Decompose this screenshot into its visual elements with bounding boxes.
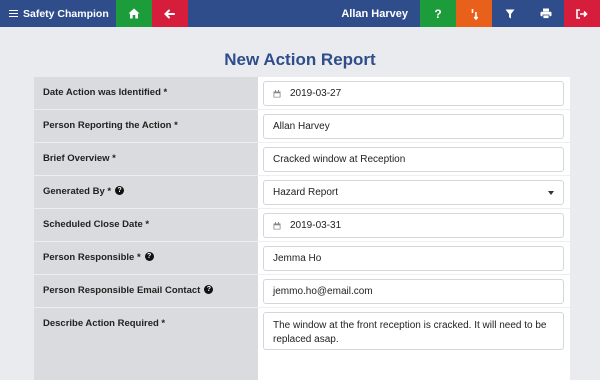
help-icon[interactable]: ?: [144, 252, 154, 261]
form-row-brief-overview: Brief Overview * Cracked window at Recep…: [34, 143, 570, 176]
sort-button[interactable]: [456, 0, 492, 27]
label-text: Describe Action Required *: [43, 318, 166, 329]
page-title: New Action Report: [224, 50, 376, 69]
help-label: ?: [434, 6, 442, 21]
label-text: Person Responsible Email Contact: [43, 285, 201, 296]
calendar-icon: [273, 221, 281, 230]
top-navbar: Safety Champion Allan Harvey ?: [0, 0, 600, 27]
field-label: Person Responsible Email Contact?: [34, 275, 258, 307]
form-row-person-reporting: Person Reporting the Action * Allan Harv…: [34, 110, 570, 143]
filter-button[interactable]: [492, 0, 528, 27]
home-icon: [128, 8, 140, 19]
scheduled-close-input[interactable]: 2019-03-31: [263, 213, 564, 238]
generated-by-select[interactable]: Hazard Report: [263, 180, 564, 205]
field-label: Date Action was Identified *: [34, 77, 258, 109]
label-text: Generated By *: [43, 186, 112, 197]
field-label: Brief Overview *: [34, 143, 258, 175]
generated-by-value: Hazard Report: [273, 187, 339, 198]
action-required-textarea[interactable]: The window at the front reception is cra…: [263, 312, 564, 350]
sort-icon: [471, 8, 478, 20]
print-icon: [540, 8, 552, 19]
field-label: Describe Action Required *: [34, 308, 258, 380]
calendar-icon: [273, 89, 281, 98]
home-button[interactable]: [115, 0, 152, 27]
brief-overview-value: Cracked window at Reception: [273, 154, 406, 165]
date-identified-value: 2019-03-27: [290, 88, 342, 99]
brief-overview-input[interactable]: Cracked window at Reception: [263, 147, 564, 172]
form-row-date-identified: Date Action was Identified * 2019-03-27: [34, 77, 570, 110]
help-button[interactable]: ?: [420, 0, 456, 27]
sign-out-icon: [576, 8, 588, 19]
form-row-action-required: Describe Action Required * The window at…: [34, 308, 570, 380]
hamburger-icon: [9, 8, 18, 19]
person-reporting-value: Allan Harvey: [273, 121, 330, 132]
responsible-email-input[interactable]: jemmo.ho@email.com: [263, 279, 564, 304]
help-icon[interactable]: ?: [115, 186, 125, 195]
date-identified-input[interactable]: 2019-03-27: [263, 81, 564, 106]
responsible-email-value: jemmo.ho@email.com: [273, 286, 373, 297]
field-label: Person Reporting the Action *: [34, 110, 258, 142]
form-row-scheduled-close: Scheduled Close Date * 2019-03-31: [34, 209, 570, 242]
action-report-form: Date Action was Identified * 2019-03-27 …: [34, 77, 570, 380]
help-icon[interactable]: ?: [204, 285, 214, 294]
user-name[interactable]: Allan Harvey: [341, 0, 420, 27]
person-responsible-input[interactable]: Jemma Ho: [263, 246, 564, 271]
form-row-generated-by: Generated By *? Hazard Report: [34, 176, 570, 209]
field-label: Person Responsible *?: [34, 242, 258, 274]
menu-toggle[interactable]: Safety Champion: [0, 0, 116, 27]
caret-down-icon: [548, 191, 554, 195]
filter-icon: [505, 9, 515, 18]
navbar-spacer: [188, 0, 342, 27]
back-button[interactable]: [151, 0, 188, 27]
label-text: Person Responsible *: [43, 252, 141, 263]
scheduled-close-value: 2019-03-31: [290, 220, 342, 231]
action-required-value: The window at the front reception is cra…: [273, 320, 547, 345]
brand-name: Safety Champion: [23, 7, 109, 20]
field-label: Scheduled Close Date *: [34, 209, 258, 241]
label-text: Scheduled Close Date *: [43, 219, 150, 230]
label-text: Date Action was Identified *: [43, 87, 168, 98]
label-text: Person Reporting the Action *: [43, 120, 178, 131]
person-reporting-input[interactable]: Allan Harvey: [263, 114, 564, 139]
field-label: Generated By *?: [34, 176, 258, 208]
sign-out-button[interactable]: [564, 0, 600, 27]
person-responsible-value: Jemma Ho: [273, 253, 322, 264]
print-button[interactable]: [528, 0, 564, 27]
arrow-left-icon: [164, 9, 176, 18]
form-row-person-responsible: Person Responsible *? Jemma Ho: [34, 242, 570, 275]
label-text: Brief Overview *: [43, 153, 116, 164]
form-row-responsible-email: Person Responsible Email Contact? jemmo.…: [34, 275, 570, 308]
